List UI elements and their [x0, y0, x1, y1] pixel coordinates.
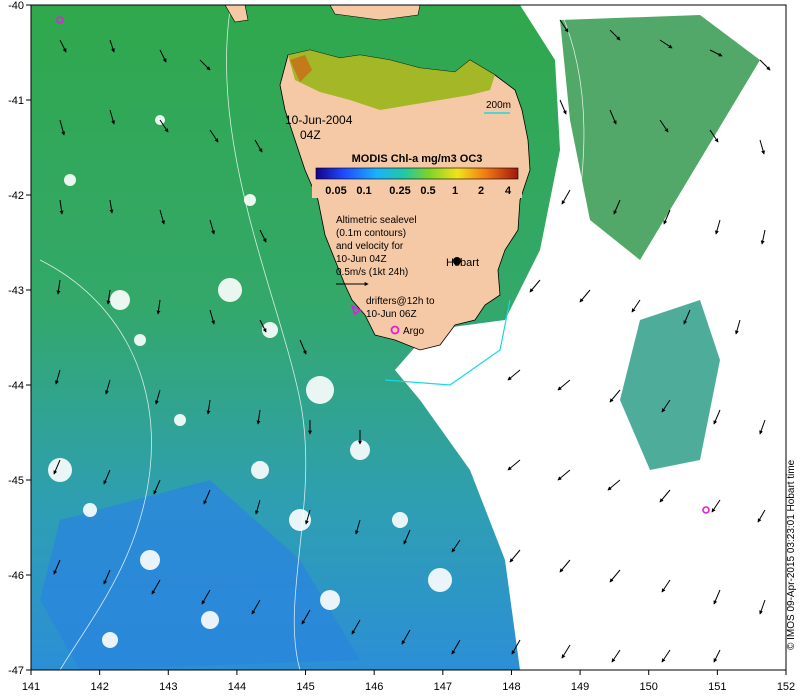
colorbar-tick: 0.05	[325, 185, 346, 197]
colorbar-tick: 1	[452, 185, 458, 197]
x-tick-label: 149	[571, 681, 589, 693]
y-tick-label: -46	[8, 570, 24, 582]
x-tick-label: 150	[640, 681, 658, 693]
y-axis: -40 -41 -42 -43 -44 -45 -46 -47	[8, 0, 31, 677]
x-tick-label: 141	[22, 681, 40, 693]
time-label: 04Z	[300, 128, 321, 142]
drifter-line: drifters@12h to	[366, 296, 435, 307]
date-label: 10-Jun-2004	[285, 113, 353, 127]
colorbar-tick: 0.5	[420, 185, 435, 197]
y-tick-label: -43	[8, 285, 24, 297]
altimetry-line: 10-Jun 04Z	[336, 254, 387, 265]
chlorophyll-map: MODIS Chl-a mg/m3 OC3 0.05 0.1 0.25 0.5 …	[8, 0, 797, 693]
x-tick-label: 144	[228, 681, 246, 693]
contour-label: 200m	[486, 100, 511, 111]
colorbar-tick: 2	[478, 185, 484, 197]
colorbar-title: MODIS Chl-a mg/m3 OC3	[352, 153, 483, 165]
x-axis: 141 142 143 144 145 146 147 148 149 150 151 152	[22, 670, 795, 693]
colorbar-gradient	[315, 167, 519, 180]
argo-label: Argo	[403, 326, 425, 337]
drifter-line: 10-Jun 06Z	[366, 309, 417, 320]
y-tick-label: -45	[8, 475, 24, 487]
colorbar-tick: 0.1	[356, 185, 371, 197]
x-tick-label: 142	[90, 681, 108, 693]
altimetry-line: (0.1m contours)	[336, 228, 406, 239]
x-tick-label: 152	[777, 681, 795, 693]
y-tick-label: -42	[8, 190, 24, 202]
hobart-label: Hobart	[446, 257, 479, 269]
x-tick-label: 148	[502, 681, 520, 693]
x-tick-label: 151	[708, 681, 726, 693]
y-tick-label: -47	[8, 665, 24, 677]
x-tick-label: 147	[434, 681, 452, 693]
colorbar: MODIS Chl-a mg/m3 OC3 0.05 0.1 0.25 0.5 …	[312, 150, 522, 198]
colorbar-tick: 0.25	[389, 185, 410, 197]
y-tick-label: -40	[8, 0, 24, 12]
y-tick-label: -44	[8, 380, 24, 392]
x-tick-label: 146	[365, 681, 383, 693]
altimetry-line: Altimetric sealevel	[336, 215, 417, 226]
altimetry-line: and velocity for	[336, 241, 404, 252]
y-tick-label: -41	[8, 95, 24, 107]
x-tick-label: 145	[296, 681, 314, 693]
altimetry-line: 0.5m/s (1kt 24h)	[336, 267, 408, 278]
credit-text: © IMOS 09-Apr-2015 03:23:01 Hobart time	[786, 459, 797, 650]
x-tick-label: 143	[159, 681, 177, 693]
colorbar-tick: 4	[505, 185, 512, 197]
